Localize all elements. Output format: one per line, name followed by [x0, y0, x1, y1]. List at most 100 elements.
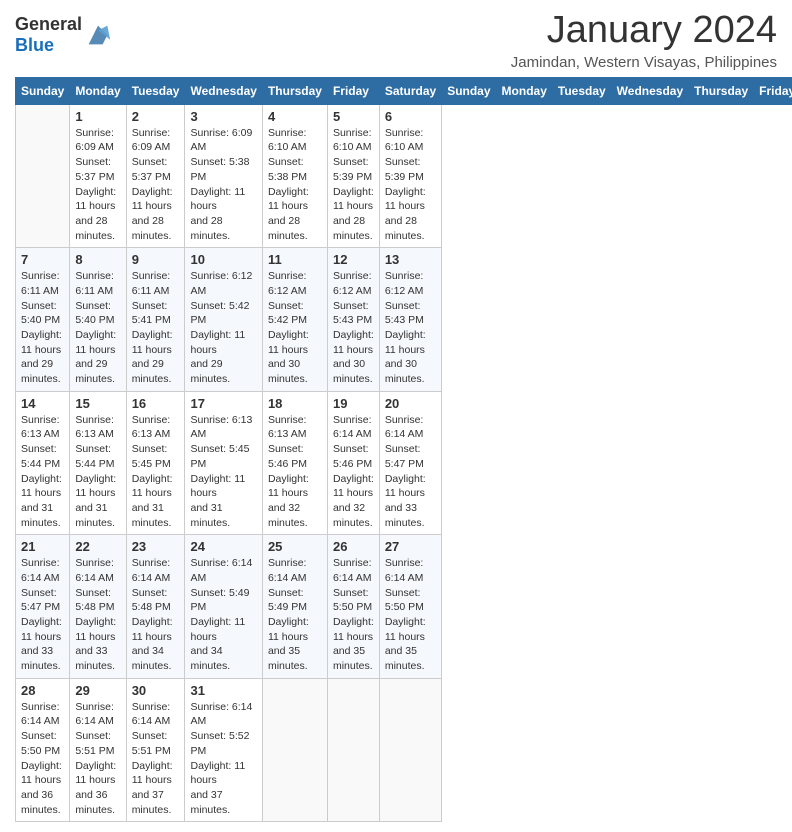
day-header-tuesday: Tuesday: [126, 77, 185, 104]
calendar-cell: 23 Sunrise: 6:14 AM Sunset: 5:48 PM Dayli…: [126, 535, 185, 679]
logo-icon: [84, 21, 112, 49]
day-number: 6: [385, 109, 436, 124]
calendar-cell: 28 Sunrise: 6:14 AM Sunset: 5:50 PM Dayli…: [16, 678, 70, 822]
day-info: Sunrise: 6:12 AM Sunset: 5:43 PM Dayligh…: [333, 269, 374, 387]
calendar-cell: 6Sunrise: 6:10 AM Sunset: 5:39 PM Daylig…: [379, 104, 441, 248]
calendar-header-row: SundayMondayTuesdayWednesdayThursdayFrid…: [16, 77, 792, 104]
calendar-cell: 15Sunrise: 6:13 AM Sunset: 5:44 PM Dayli…: [70, 391, 126, 535]
calendar-week-5: 28 Sunrise: 6:14 AM Sunset: 5:50 PM Dayli…: [16, 678, 792, 822]
calendar-cell: 3Sunrise: 6:09 AM Sunset: 5:38 PM Daylig…: [185, 104, 262, 248]
calendar-cell: 27 Sunrise: 6:14 AM Sunset: 5:50 PM Dayli…: [379, 535, 441, 679]
calendar-week-4: 21 Sunrise: 6:14 AM Sunset: 5:47 PM Dayli…: [16, 535, 792, 679]
day-info: Sunrise: 6:14 AM Sunset: 5:50 PM Dayligh…: [21, 700, 64, 818]
calendar-cell: 29 Sunrise: 6:14 AM Sunset: 5:51 PM Dayli…: [70, 678, 126, 822]
day-header-wednesday: Wednesday: [185, 77, 262, 104]
day-header-thursday: Thursday: [262, 77, 327, 104]
day-number: 2: [132, 109, 180, 124]
day-header-thursday: Thursday: [689, 77, 754, 104]
calendar-cell: 24Sunrise: 6:14 AM Sunset: 5:49 PM Dayli…: [185, 535, 262, 679]
day-header-friday: Friday: [327, 77, 379, 104]
day-info: Sunrise: 6:14 AM Sunset: 5:51 PM Dayligh…: [75, 700, 120, 818]
calendar-cell: [262, 678, 327, 822]
day-number: 1: [75, 109, 120, 124]
calendar-cell: 8Sunrise: 6:11 AM Sunset: 5:40 PM Daylig…: [70, 248, 126, 392]
day-info: Sunrise: 6:13 AM Sunset: 5:44 PM Dayligh…: [75, 413, 120, 531]
day-info: Sunrise: 6:14 AM Sunset: 5:47 PM Dayligh…: [21, 556, 64, 674]
calendar-cell: 13 Sunrise: 6:12 AM Sunset: 5:43 PM Dayli…: [379, 248, 441, 392]
day-info: Sunrise: 6:14 AM Sunset: 5:49 PM Dayligh…: [190, 556, 256, 674]
day-info: Sunrise: 6:09 AM Sunset: 5:37 PM Dayligh…: [75, 126, 120, 244]
day-info: Sunrise: 6:11 AM Sunset: 5:40 PM Dayligh…: [75, 269, 120, 387]
day-number: 11: [268, 252, 322, 267]
calendar-week-1: 1 Sunrise: 6:09 AM Sunset: 5:37 PM Daylig…: [16, 104, 792, 248]
day-number: 10: [190, 252, 256, 267]
day-number: 14: [21, 396, 64, 411]
day-number: 3: [190, 109, 256, 124]
month-title: January 2024: [511, 10, 777, 52]
calendar-cell: 12 Sunrise: 6:12 AM Sunset: 5:43 PM Dayli…: [327, 248, 379, 392]
calendar-cell: 18 Sunrise: 6:13 AM Sunset: 5:46 PM Dayli…: [262, 391, 327, 535]
day-info: Sunrise: 6:10 AM Sunset: 5:39 PM Dayligh…: [333, 126, 374, 244]
logo-general: General: [15, 14, 82, 34]
day-info: Sunrise: 6:14 AM Sunset: 5:51 PM Dayligh…: [132, 700, 180, 818]
day-info: Sunrise: 6:13 AM Sunset: 5:45 PM Dayligh…: [132, 413, 180, 531]
calendar-cell: 4Sunrise: 6:10 AM Sunset: 5:38 PM Daylig…: [262, 104, 327, 248]
day-number: 21: [21, 539, 64, 554]
day-info: Sunrise: 6:09 AM Sunset: 5:37 PM Dayligh…: [132, 126, 180, 244]
day-info: Sunrise: 6:12 AM Sunset: 5:42 PM Dayligh…: [190, 269, 256, 387]
calendar-cell: 14 Sunrise: 6:13 AM Sunset: 5:44 PM Dayli…: [16, 391, 70, 535]
day-info: Sunrise: 6:14 AM Sunset: 5:46 PM Dayligh…: [333, 413, 374, 531]
day-header-sunday: Sunday: [442, 77, 496, 104]
day-info: Sunrise: 6:13 AM Sunset: 5:46 PM Dayligh…: [268, 413, 322, 531]
day-number: 29: [75, 683, 120, 698]
day-number: 16: [132, 396, 180, 411]
calendar-cell: 17Sunrise: 6:13 AM Sunset: 5:45 PM Dayli…: [185, 391, 262, 535]
day-info: Sunrise: 6:14 AM Sunset: 5:47 PM Dayligh…: [385, 413, 436, 531]
day-number: 19: [333, 396, 374, 411]
day-info: Sunrise: 6:14 AM Sunset: 5:48 PM Dayligh…: [132, 556, 180, 674]
calendar-week-3: 14 Sunrise: 6:13 AM Sunset: 5:44 PM Dayli…: [16, 391, 792, 535]
day-info: Sunrise: 6:13 AM Sunset: 5:44 PM Dayligh…: [21, 413, 64, 531]
day-number: 9: [132, 252, 180, 267]
day-info: Sunrise: 6:14 AM Sunset: 5:50 PM Dayligh…: [385, 556, 436, 674]
day-number: 17: [190, 396, 256, 411]
day-number: 5: [333, 109, 374, 124]
calendar-cell: 1 Sunrise: 6:09 AM Sunset: 5:37 PM Daylig…: [70, 104, 126, 248]
calendar-cell: 30 Sunrise: 6:14 AM Sunset: 5:51 PM Dayli…: [126, 678, 185, 822]
location-subtitle: Jamindan, Western Visayas, Philippines: [511, 54, 777, 71]
day-header-monday: Monday: [70, 77, 126, 104]
day-info: Sunrise: 6:11 AM Sunset: 5:40 PM Dayligh…: [21, 269, 64, 387]
calendar-cell: 21 Sunrise: 6:14 AM Sunset: 5:47 PM Dayli…: [16, 535, 70, 679]
day-number: 25: [268, 539, 322, 554]
day-info: Sunrise: 6:10 AM Sunset: 5:38 PM Dayligh…: [268, 126, 322, 244]
day-number: 20: [385, 396, 436, 411]
day-number: 27: [385, 539, 436, 554]
calendar-cell: 22 Sunrise: 6:14 AM Sunset: 5:48 PM Dayli…: [70, 535, 126, 679]
day-header-tuesday: Tuesday: [552, 77, 611, 104]
day-number: 30: [132, 683, 180, 698]
day-info: Sunrise: 6:14 AM Sunset: 5:52 PM Dayligh…: [190, 700, 256, 818]
day-number: 22: [75, 539, 120, 554]
day-header-friday: Friday: [754, 77, 792, 104]
day-info: Sunrise: 6:14 AM Sunset: 5:48 PM Dayligh…: [75, 556, 120, 674]
calendar-cell: 10 Sunrise: 6:12 AM Sunset: 5:42 PM Dayli…: [185, 248, 262, 392]
day-number: 18: [268, 396, 322, 411]
day-number: 7: [21, 252, 64, 267]
calendar-cell: 19 Sunrise: 6:14 AM Sunset: 5:46 PM Dayli…: [327, 391, 379, 535]
day-header-saturday: Saturday: [379, 77, 441, 104]
calendar-cell: 26Sunrise: 6:14 AM Sunset: 5:50 PM Dayli…: [327, 535, 379, 679]
day-number: 23: [132, 539, 180, 554]
day-number: 13: [385, 252, 436, 267]
calendar-cell: 16 Sunrise: 6:13 AM Sunset: 5:45 PM Dayli…: [126, 391, 185, 535]
calendar-cell: [327, 678, 379, 822]
day-number: 12: [333, 252, 374, 267]
title-block: January 2024 Jamindan, Western Visayas, …: [511, 10, 777, 71]
day-number: 28: [21, 683, 64, 698]
calendar-cell: 25Sunrise: 6:14 AM Sunset: 5:49 PM Dayli…: [262, 535, 327, 679]
calendar-cell: 11Sunrise: 6:12 AM Sunset: 5:42 PM Dayli…: [262, 248, 327, 392]
day-info: Sunrise: 6:11 AM Sunset: 5:41 PM Dayligh…: [132, 269, 180, 387]
calendar-cell: 31Sunrise: 6:14 AM Sunset: 5:52 PM Dayli…: [185, 678, 262, 822]
calendar-cell: 20 Sunrise: 6:14 AM Sunset: 5:47 PM Dayli…: [379, 391, 441, 535]
day-header-wednesday: Wednesday: [611, 77, 688, 104]
day-info: Sunrise: 6:12 AM Sunset: 5:43 PM Dayligh…: [385, 269, 436, 387]
